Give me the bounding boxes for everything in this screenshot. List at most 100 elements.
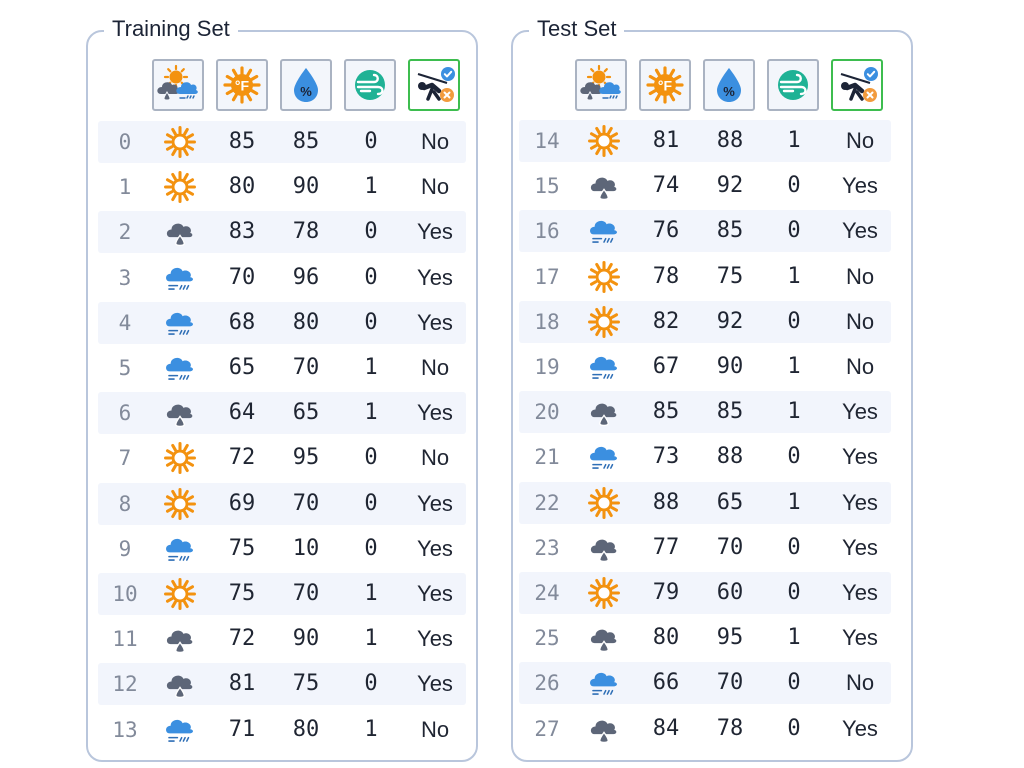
index-cell: 9 (118, 536, 132, 561)
index-cell: 13 (112, 717, 138, 742)
humidity-cell: 75 (292, 671, 320, 697)
windy-cell: 1 (787, 128, 801, 153)
svg-text:°F: °F (235, 78, 250, 94)
overcast-cloud-icon (160, 302, 200, 344)
rain-cloud-icon (160, 211, 200, 253)
humidity-cell: 78 (716, 715, 744, 741)
humidity-cell: 85 (292, 129, 320, 154)
play-cell: Yes (842, 444, 878, 470)
index-cell: 21 (534, 445, 560, 470)
windy-cell: 1 (364, 355, 378, 380)
training-set-panel: Training Set °F% 0 85 85 0 No 1 80 90 1 No 2 83 78 0 Ye… (86, 16, 478, 762)
play-cell: No (420, 129, 450, 154)
sun-icon (584, 482, 624, 524)
temperature-cell: 85 (228, 129, 256, 154)
humidity-cell: 95 (292, 445, 320, 471)
windy-cell: 0 (364, 490, 378, 516)
humidity-cell: 70 (292, 490, 320, 516)
play-cell: No (845, 308, 875, 334)
play-cell: Yes (417, 535, 453, 561)
overcast-cloud-icon (160, 528, 200, 570)
table-row: 19 67 90 1 No (519, 346, 891, 388)
rain-cloud-icon (160, 392, 200, 434)
play-cell: Yes (417, 264, 453, 290)
humidity-cell: 60 (716, 580, 744, 605)
overcast-cloud-icon (584, 210, 624, 252)
table-row: 22 88 65 1 Yes (519, 481, 891, 524)
index-cell: 15 (534, 174, 560, 199)
index-cell: 12 (112, 672, 138, 697)
table-row: 26 66 70 0 No (519, 662, 891, 705)
temperature-cell: 81 (652, 128, 680, 153)
humidity-cell: 90 (292, 626, 320, 652)
humidity-percent-icon: % (280, 59, 332, 111)
temperature-cell: 80 (228, 174, 256, 200)
overcast-cloud-icon (160, 347, 200, 389)
table-row: 25 80 95 1 Yes (519, 617, 891, 659)
table-row: 15 74 92 0 Yes (519, 165, 891, 207)
play-cell: Yes (842, 625, 878, 651)
windy-cell: 1 (364, 174, 378, 200)
windy-cell: 0 (787, 715, 801, 741)
sun-icon (160, 121, 200, 163)
windy-cell: 1 (364, 626, 378, 652)
index-cell: 6 (118, 401, 132, 426)
index-cell: 25 (534, 626, 560, 651)
rain-cloud-icon (584, 391, 624, 433)
windy-cell: 1 (787, 625, 801, 651)
windy-cell: 1 (787, 399, 801, 425)
humidity-cell: 65 (292, 400, 320, 426)
index-cell: 4 (118, 310, 132, 335)
index-cell: 17 (534, 264, 560, 289)
windy-cell: 1 (787, 263, 801, 289)
temperature-cell: 81 (228, 671, 256, 697)
play-cell: Yes (417, 400, 453, 426)
play-cell: No (845, 670, 875, 696)
temperature-fahrenheit-icon: °F (216, 59, 268, 111)
play-cell: Yes (842, 173, 878, 199)
table-row: 12 81 75 0 Yes (98, 663, 466, 706)
sun-icon (584, 572, 624, 614)
play-cell: Yes (417, 309, 453, 335)
play-cell: No (420, 355, 450, 380)
temperature-cell: 83 (228, 219, 256, 245)
panel-title: Test Set (529, 16, 625, 42)
play-cell: Yes (417, 626, 453, 652)
index-cell: 27 (534, 716, 560, 741)
sun-icon (160, 166, 200, 208)
overcast-cloud-icon (160, 257, 200, 299)
temperature-cell: 82 (652, 308, 680, 334)
index-cell: 3 (118, 265, 132, 290)
windy-cell: 0 (364, 264, 378, 290)
table-row: 13 71 80 1 No (98, 709, 466, 751)
temperature-cell: 75 (228, 581, 256, 606)
humidity-cell: 92 (716, 308, 744, 334)
index-cell: 11 (112, 627, 138, 652)
temperature-cell: 78 (652, 263, 680, 289)
windy-cell: 0 (364, 445, 378, 471)
table-row: 2 83 78 0 Yes (98, 211, 466, 254)
index-cell: 23 (534, 535, 560, 560)
outlook-icon (575, 59, 627, 111)
humidity-cell: 70 (292, 355, 320, 380)
index-cell: 0 (118, 130, 132, 154)
table-row: 16 76 85 0 Yes (519, 210, 891, 253)
table-row: 5 65 70 1 No (98, 347, 466, 389)
play-cell: Yes (842, 489, 878, 515)
windy-cell: 0 (787, 580, 801, 605)
sun-icon (160, 573, 200, 615)
play-decision-icon (831, 59, 883, 111)
windy-cell: 0 (364, 309, 378, 335)
table-row: 8 69 70 0 Yes (98, 482, 466, 525)
table-row: 23 77 70 0 Yes (519, 527, 891, 569)
windy-cell: 0 (787, 173, 801, 199)
humidity-cell: 80 (292, 309, 320, 335)
temperature-cell: 79 (652, 580, 680, 605)
table-row: 20 85 85 1 Yes (519, 391, 891, 434)
play-cell: Yes (842, 218, 878, 244)
svg-text:%: % (300, 84, 312, 99)
humidity-cell: 70 (716, 534, 744, 560)
humidity-cell: 70 (292, 581, 320, 606)
humidity-cell: 75 (716, 263, 744, 289)
humidity-cell: 88 (716, 128, 744, 153)
